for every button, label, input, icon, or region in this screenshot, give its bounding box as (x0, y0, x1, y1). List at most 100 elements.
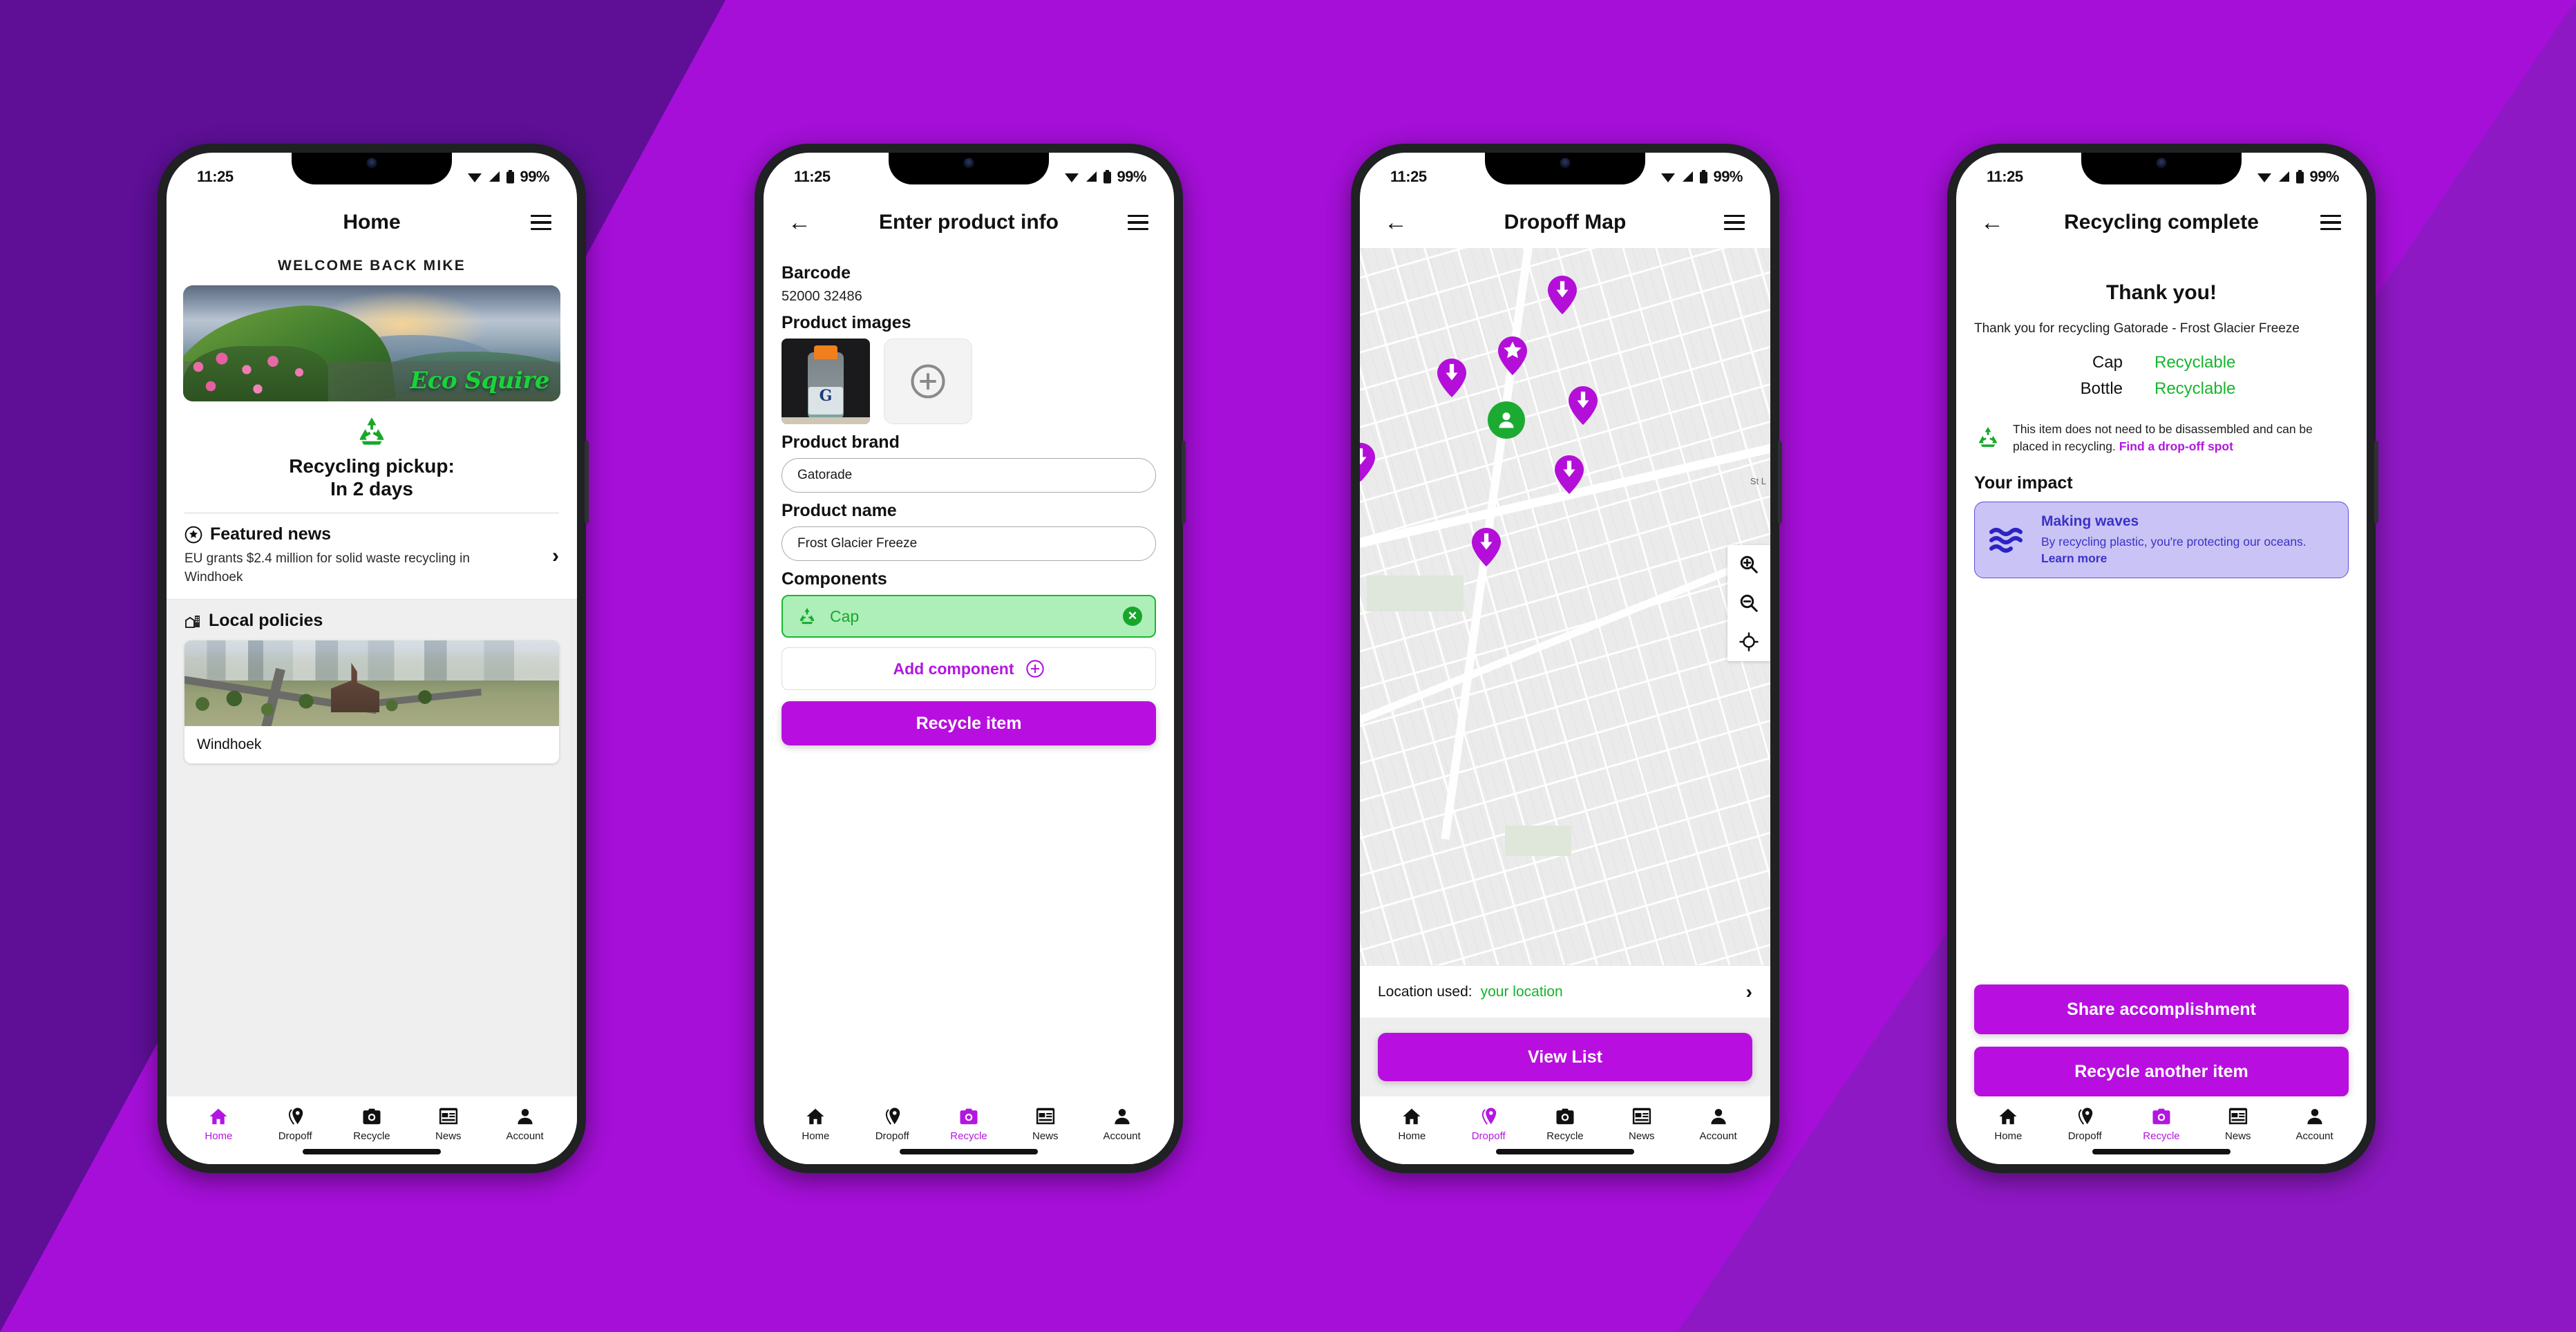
nav-item-home[interactable]: Home (187, 1106, 250, 1142)
locate-me-button[interactable] (1727, 622, 1770, 661)
nav-label-recycle: Recycle (353, 1130, 390, 1142)
nav-item-home[interactable]: Home (1976, 1106, 2040, 1142)
view-list-button[interactable]: View List (1378, 1033, 1752, 1081)
component-chip-cap[interactable]: Cap ✕ (782, 595, 1156, 638)
nav-item-news[interactable]: News (1014, 1106, 1077, 1142)
status-time: 11:25 (197, 168, 234, 185)
plus-circle-icon (1025, 660, 1044, 678)
nav-label-account: Account (506, 1130, 544, 1142)
disassembly-note: This item does not need to be disassembl… (1974, 421, 2349, 455)
status-bar: 11:25 99% (167, 153, 577, 197)
wifi-icon (2257, 173, 2272, 182)
learn-more-link[interactable]: Learn more (2041, 551, 2107, 565)
home-indicator[interactable] (1496, 1149, 1634, 1154)
phone-home: 11:25 99% Home WELCOME BACK MIKE Eco Squ… (158, 144, 589, 1173)
map-pin-dropoff[interactable] (1472, 528, 1501, 567)
nav-item-account[interactable]: Account (2283, 1106, 2347, 1142)
page-title: Dropoff Map (1504, 211, 1627, 234)
back-button[interactable]: ← (1378, 204, 1414, 240)
nav-item-dropoff[interactable]: Dropoff (263, 1106, 327, 1142)
add-component-button[interactable]: Add component (782, 647, 1156, 690)
zoom-out-button[interactable] (1727, 584, 1770, 622)
product-brand-input[interactable] (782, 458, 1156, 493)
nav-item-recycle[interactable]: Recycle (340, 1106, 404, 1142)
share-accomplishment-button[interactable]: Share accomplishment (1974, 984, 2349, 1034)
person-icon (2307, 1109, 2322, 1125)
product-image-thumbnail[interactable]: G (782, 339, 870, 424)
screen-product-info: 11:25 99% ← Enter product info Barcode 5… (764, 153, 1174, 1164)
map-pin-dropoff-edge[interactable] (1360, 443, 1375, 482)
map-pin-favorite[interactable] (1498, 336, 1527, 375)
nav-item-dropoff[interactable]: Dropoff (1457, 1106, 1520, 1142)
user-location-marker[interactable] (1488, 401, 1525, 439)
component-name: Cap (830, 607, 860, 625)
product-images-label: Product images (782, 313, 911, 332)
impact-card[interactable]: Making waves By recycling plastic, you'r… (1974, 501, 2349, 579)
back-button[interactable]: ← (782, 204, 817, 240)
nav-item-news[interactable]: News (2206, 1106, 2270, 1142)
hero-banner: Eco Squire (183, 285, 560, 401)
nav-item-news[interactable]: News (417, 1106, 480, 1142)
battery-percent: 99% (2309, 168, 2339, 185)
nav-item-recycle[interactable]: Recycle (937, 1106, 1001, 1142)
product-name-input[interactable] (782, 526, 1156, 561)
zoom-in-button[interactable] (1727, 545, 1770, 584)
wifi-icon (1661, 173, 1676, 182)
pickup-value: In 2 days (330, 478, 413, 500)
location-used-row[interactable]: Location used: your location › (1360, 965, 1770, 1018)
home-indicator[interactable] (303, 1149, 441, 1154)
map-pin-icon (2078, 1107, 2093, 1125)
map-canvas[interactable]: St L (1360, 248, 1770, 965)
back-button[interactable]: ← (1974, 204, 2010, 240)
map-pin-dropoff[interactable] (1555, 455, 1584, 494)
nav-item-home[interactable]: Home (1380, 1106, 1443, 1142)
nav-item-dropoff[interactable]: Dropoff (860, 1106, 924, 1142)
menu-button[interactable] (523, 204, 559, 240)
front-camera-icon (366, 158, 377, 169)
person-icon (517, 1109, 533, 1125)
nav-item-home[interactable]: Home (784, 1106, 847, 1142)
product-form: Barcode 52000 32486 Product images G Pro… (764, 248, 1174, 1096)
nav-item-recycle[interactable]: Recycle (1533, 1106, 1597, 1142)
nav-item-account[interactable]: Account (1687, 1106, 1750, 1142)
find-dropoff-link[interactable]: Find a drop-off spot (2119, 439, 2233, 453)
person-icon (1114, 1109, 1130, 1125)
featured-news-card[interactable]: Featured news EU grants $2.4 million for… (167, 513, 577, 599)
home-indicator-area (1360, 1146, 1770, 1164)
add-component-label: Add component (893, 659, 1014, 678)
map-pin-dropoff[interactable] (1569, 386, 1598, 425)
nav-label-home: Home (1994, 1130, 2023, 1142)
recycle-another-item-button[interactable]: Recycle another item (1974, 1047, 2349, 1096)
nav-item-recycle[interactable]: Recycle (2130, 1106, 2193, 1142)
home-indicator-area (764, 1146, 1174, 1164)
home-indicator[interactable] (900, 1149, 1038, 1154)
recycle-item-button[interactable]: Recycle item (782, 701, 1156, 745)
battery-percent: 99% (1713, 168, 1743, 185)
hamburger-icon (2320, 211, 2341, 235)
map-pin-icon (1482, 1107, 1497, 1125)
hamburger-icon (1128, 211, 1148, 235)
nav-item-news[interactable]: News (1610, 1106, 1674, 1142)
notch (889, 153, 1049, 184)
status-bar: 11:25 99% (1360, 153, 1770, 197)
home-indicator[interactable] (2092, 1149, 2231, 1154)
disassembly-note-text-wrap: This item does not need to be disassembl… (2013, 421, 2349, 455)
map-pin-dropoff[interactable] (1437, 359, 1466, 397)
nav-label-dropoff: Dropoff (1471, 1130, 1506, 1142)
status-bar: 11:25 99% (764, 153, 1174, 197)
nav-item-account[interactable]: Account (1090, 1106, 1154, 1142)
nav-item-dropoff[interactable]: Dropoff (2053, 1106, 2116, 1142)
remove-component-button[interactable]: ✕ (1123, 607, 1142, 626)
zoom-out-icon (1740, 594, 1758, 612)
map-pin-dropoff[interactable] (1548, 276, 1577, 314)
page-title: Home (343, 211, 401, 234)
menu-button[interactable] (2313, 204, 2349, 240)
menu-button[interactable] (1716, 204, 1752, 240)
policy-card[interactable]: Windhoek (184, 640, 559, 764)
completion-content: Thank you! Thank you for recycling Gator… (1956, 248, 2367, 1096)
add-image-button[interactable] (884, 339, 972, 424)
map-street-label: St L (1750, 476, 1766, 486)
nav-item-account[interactable]: Account (493, 1106, 557, 1142)
impact-heading: Your impact (1974, 473, 2073, 493)
menu-button[interactable] (1120, 204, 1156, 240)
